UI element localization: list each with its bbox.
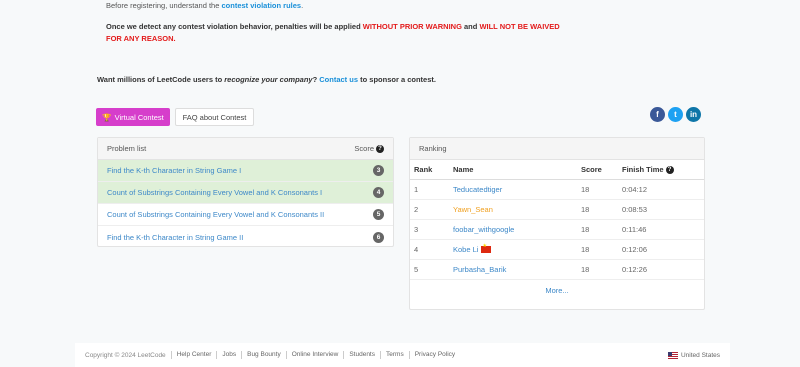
list-item: Count of Substrings Containing Every Vow… — [98, 204, 393, 226]
score-badge: 4 — [373, 187, 384, 198]
copyright: Copyright © 2024 LeetCode — [85, 351, 166, 359]
problem-list-panel: Problem list Score? Find the K-th Charac… — [97, 137, 394, 247]
help-icon[interactable]: ? — [376, 145, 384, 153]
china-flag-icon — [481, 243, 492, 254]
contest-violation-rules-link[interactable]: contest violation rules — [222, 1, 302, 10]
rules-line: Before registering, understand the conte… — [106, 1, 304, 10]
problem-list-header: Problem list Score? — [98, 138, 393, 160]
footer-link-online-interview[interactable]: Online Interview — [285, 351, 344, 359]
more-ranking-link[interactable]: More... — [545, 286, 568, 295]
facebook-icon[interactable]: f — [650, 107, 665, 122]
problem-link[interactable]: Find the K-th Character in String Game I… — [107, 233, 243, 242]
footer-link-jobs[interactable]: Jobs — [216, 351, 241, 359]
twitter-icon[interactable]: t — [668, 107, 683, 122]
user-link[interactable]: foobar_withgoogle — [453, 225, 514, 234]
user-link[interactable]: Yawn_Sean — [453, 205, 493, 214]
ranking-table: Rank Name Score Finish Time? 1 Teducated… — [410, 160, 704, 280]
problem-link[interactable]: Count of Substrings Containing Every Vow… — [107, 210, 324, 219]
ranking-header: Ranking — [410, 138, 704, 160]
col-score: Score — [577, 160, 618, 180]
table-row: 3 foobar_withgoogle 18 0:11:46 — [410, 219, 704, 240]
list-item: Find the K-th Character in String Game I… — [98, 226, 393, 248]
footer-link-privacy-policy[interactable]: Privacy Policy — [408, 351, 460, 359]
user-link[interactable]: Kobe Li — [453, 245, 478, 254]
help-icon[interactable]: ? — [665, 165, 674, 174]
list-item: Count of Substrings Containing Every Vow… — [98, 182, 393, 204]
linkedin-icon[interactable]: in — [686, 107, 701, 122]
virtual-contest-button[interactable]: 🏆 Virtual Contest — [96, 108, 170, 126]
score-badge: 6 — [373, 231, 384, 243]
footer-link-bug-bounty[interactable]: Bug Bounty — [241, 351, 286, 359]
problem-link[interactable]: Count of Substrings Containing Every Vow… — [107, 188, 322, 197]
footer-link-terms[interactable]: Terms — [380, 351, 409, 359]
faq-contest-button[interactable]: FAQ about Contest — [175, 108, 254, 126]
footer-link-help-center[interactable]: Help Center — [170, 351, 217, 359]
footer: Copyright © 2024 LeetCode Help Center Jo… — [75, 343, 730, 367]
footer-links: Help Center Jobs Bug Bounty Online Inter… — [170, 351, 460, 359]
col-rank: Rank — [410, 160, 449, 180]
country-selector[interactable]: United States — [667, 351, 720, 359]
table-row: 1 Teducatedtiger 18 0:04:12 — [410, 179, 704, 200]
table-row: 2 Yawn_Sean 18 0:08:53 — [410, 199, 704, 220]
social-share: f t in — [650, 107, 701, 122]
score-badge: 5 — [373, 209, 384, 220]
penalty-warning: Once we detect any contest violation beh… — [106, 22, 560, 43]
sponsor-line: Want millions of LeetCode users to recog… — [97, 75, 436, 84]
list-item: Find the K-th Character in String Game I… — [98, 160, 393, 182]
footer-link-students[interactable]: Students — [343, 351, 380, 359]
trophy-icon: 🏆 — [102, 112, 112, 122]
table-row: 5 Purbasha_Barik 18 0:12:26 — [410, 259, 704, 280]
col-finish-time: Finish Time? — [618, 160, 704, 180]
score-badge: 3 — [373, 165, 384, 176]
contact-us-link[interactable]: Contact us — [319, 75, 358, 84]
col-name: Name — [449, 160, 577, 180]
us-flag-icon — [667, 351, 678, 359]
problem-link[interactable]: Find the K-th Character in String Game I — [107, 166, 241, 175]
ranking-panel: Ranking Rank Name Score Finish Time? 1 T… — [409, 137, 705, 310]
more-container: More... — [410, 286, 704, 295]
table-header-row: Rank Name Score Finish Time? — [410, 160, 704, 180]
user-link[interactable]: Teducatedtiger — [453, 185, 502, 194]
user-link[interactable]: Purbasha_Barik — [453, 265, 506, 274]
table-row: 4 Kobe Li 18 0:12:06 — [410, 239, 704, 260]
